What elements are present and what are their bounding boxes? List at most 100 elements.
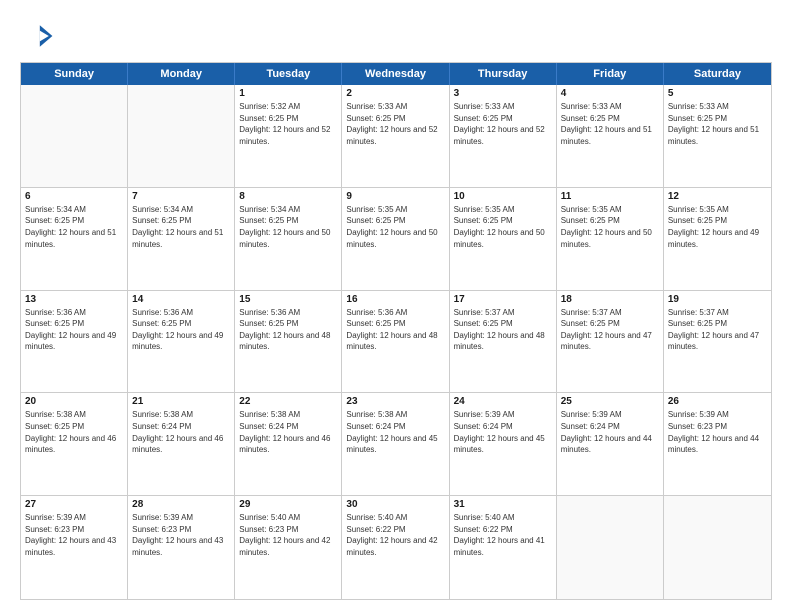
calendar-cell: 23Sunrise: 5:38 AMSunset: 6:24 PMDayligh… [342, 393, 449, 495]
calendar-cell: 10 Sunrise: 5:35 AMSunset: 6:25 PMDayligh… [450, 188, 557, 290]
day-number: 27 [25, 499, 123, 510]
day-info: Sunrise: 5:38 AMSunset: 6:24 PMDaylight:… [132, 409, 230, 455]
day-info: Sunrise: 5:38 AMSunset: 6:24 PMDaylight:… [346, 409, 444, 455]
logo [20, 18, 60, 54]
calendar-cell: 16 Sunrise: 5:36 AMSunset: 6:25 PMDayligh… [342, 291, 449, 393]
logo-icon [20, 18, 56, 54]
day-info: Sunrise: 5:40 AMSunset: 6:23 PMDaylight:… [239, 512, 337, 558]
day-info: Sunrise: 5:37 AMSunset: 6:25 PMDaylight:… [561, 307, 659, 353]
day-number: 13 [25, 294, 123, 305]
calendar-cell: 1 Sunrise: 5:32 AMSunset: 6:25 PMDaylight… [235, 85, 342, 187]
day-info: Sunrise: 5:40 AMSunset: 6:22 PMDaylight:… [346, 512, 444, 558]
day-number: 19 [668, 294, 767, 305]
day-number: 22 [239, 396, 337, 407]
day-info: Sunrise: 5:35 AMSunset: 6:25 PMDaylight:… [561, 204, 659, 250]
day-number: 16 [346, 294, 444, 305]
day-info: Sunrise: 5:35 AMSunset: 6:25 PMDaylight:… [668, 204, 767, 250]
calendar-cell: 15 Sunrise: 5:36 AMSunset: 6:25 PMDayligh… [235, 291, 342, 393]
day-info: Sunrise: 5:38 AMSunset: 6:24 PMDaylight:… [239, 409, 337, 455]
day-info: Sunrise: 5:33 AMSunset: 6:25 PMDaylight:… [346, 101, 444, 147]
calendar-week: 13 Sunrise: 5:36 AMSunset: 6:25 PMDayligh… [21, 291, 771, 394]
calendar-cell: 5 Sunrise: 5:33 AMSunset: 6:25 PMDaylight… [664, 85, 771, 187]
weekday-header: Monday [128, 63, 235, 85]
calendar-cell: 21 Sunrise: 5:38 AMSunset: 6:24 PMDayligh… [128, 393, 235, 495]
calendar-cell: 20 Sunrise: 5:38 AMSunset: 6:25 PMDayligh… [21, 393, 128, 495]
calendar-cell: 27 Sunrise: 5:39 AMSunset: 6:23 PMDayligh… [21, 496, 128, 599]
weekday-header: Thursday [450, 63, 557, 85]
calendar-cell: 30 Sunrise: 5:40 AMSunset: 6:22 PMDayligh… [342, 496, 449, 599]
calendar-cell: 8Sunrise: 5:34 AMSunset: 6:25 PMDaylight… [235, 188, 342, 290]
day-number: 11 [561, 191, 659, 202]
calendar-cell: 28Sunrise: 5:39 AMSunset: 6:23 PMDayligh… [128, 496, 235, 599]
day-number: 2 [346, 88, 444, 99]
day-number: 15 [239, 294, 337, 305]
calendar-cell: 19 Sunrise: 5:37 AMSunset: 6:25 PMDayligh… [664, 291, 771, 393]
calendar-cell: 25Sunrise: 5:39 AMSunset: 6:24 PMDayligh… [557, 393, 664, 495]
day-info: Sunrise: 5:39 AMSunset: 6:23 PMDaylight:… [132, 512, 230, 558]
day-info: Sunrise: 5:35 AMSunset: 6:25 PMDaylight:… [454, 204, 552, 250]
calendar-cell: 4 Sunrise: 5:33 AMSunset: 6:25 PMDaylight… [557, 85, 664, 187]
calendar-week: 1 Sunrise: 5:32 AMSunset: 6:25 PMDaylight… [21, 85, 771, 188]
day-number: 10 [454, 191, 552, 202]
calendar-cell: 31Sunrise: 5:40 AMSunset: 6:22 PMDayligh… [450, 496, 557, 599]
day-info: Sunrise: 5:39 AMSunset: 6:24 PMDaylight:… [561, 409, 659, 455]
day-info: Sunrise: 5:34 AMSunset: 6:25 PMDaylight:… [25, 204, 123, 250]
day-number: 8 [239, 191, 337, 202]
weekday-header: Sunday [21, 63, 128, 85]
calendar-cell: 9 Sunrise: 5:35 AMSunset: 6:25 PMDaylight… [342, 188, 449, 290]
day-info: Sunrise: 5:36 AMSunset: 6:25 PMDaylight:… [346, 307, 444, 353]
day-info: Sunrise: 5:36 AMSunset: 6:25 PMDaylight:… [25, 307, 123, 353]
day-number: 4 [561, 88, 659, 99]
day-info: Sunrise: 5:36 AMSunset: 6:25 PMDaylight:… [239, 307, 337, 353]
day-info: Sunrise: 5:39 AMSunset: 6:24 PMDaylight:… [454, 409, 552, 455]
day-number: 5 [668, 88, 767, 99]
calendar-cell [664, 496, 771, 599]
day-number: 17 [454, 294, 552, 305]
weekday-header: Friday [557, 63, 664, 85]
calendar-cell: 14 Sunrise: 5:36 AMSunset: 6:25 PMDayligh… [128, 291, 235, 393]
day-number: 30 [346, 499, 444, 510]
day-number: 14 [132, 294, 230, 305]
calendar-cell [21, 85, 128, 187]
calendar: SundayMondayTuesdayWednesdayThursdayFrid… [20, 62, 772, 600]
day-info: Sunrise: 5:32 AMSunset: 6:25 PMDaylight:… [239, 101, 337, 147]
day-number: 3 [454, 88, 552, 99]
day-number: 20 [25, 396, 123, 407]
calendar-cell: 2 Sunrise: 5:33 AMSunset: 6:25 PMDaylight… [342, 85, 449, 187]
page: SundayMondayTuesdayWednesdayThursdayFrid… [0, 0, 792, 612]
day-number: 29 [239, 499, 337, 510]
weekday-header: Wednesday [342, 63, 449, 85]
day-number: 21 [132, 396, 230, 407]
calendar-cell: 6 Sunrise: 5:34 AMSunset: 6:25 PMDaylight… [21, 188, 128, 290]
day-info: Sunrise: 5:37 AMSunset: 6:25 PMDaylight:… [668, 307, 767, 353]
day-number: 26 [668, 396, 767, 407]
day-number: 18 [561, 294, 659, 305]
day-info: Sunrise: 5:35 AMSunset: 6:25 PMDaylight:… [346, 204, 444, 250]
day-number: 9 [346, 191, 444, 202]
calendar-cell: 12Sunrise: 5:35 AMSunset: 6:25 PMDayligh… [664, 188, 771, 290]
calendar-week: 20 Sunrise: 5:38 AMSunset: 6:25 PMDayligh… [21, 393, 771, 496]
calendar-week: 6 Sunrise: 5:34 AMSunset: 6:25 PMDaylight… [21, 188, 771, 291]
calendar-cell: 24Sunrise: 5:39 AMSunset: 6:24 PMDayligh… [450, 393, 557, 495]
day-number: 1 [239, 88, 337, 99]
day-info: Sunrise: 5:39 AMSunset: 6:23 PMDaylight:… [25, 512, 123, 558]
day-info: Sunrise: 5:33 AMSunset: 6:25 PMDaylight:… [668, 101, 767, 147]
day-info: Sunrise: 5:38 AMSunset: 6:25 PMDaylight:… [25, 409, 123, 455]
calendar-header: SundayMondayTuesdayWednesdayThursdayFrid… [21, 63, 771, 85]
day-info: Sunrise: 5:36 AMSunset: 6:25 PMDaylight:… [132, 307, 230, 353]
day-number: 7 [132, 191, 230, 202]
calendar-cell [557, 496, 664, 599]
day-info: Sunrise: 5:33 AMSunset: 6:25 PMDaylight:… [561, 101, 659, 147]
day-info: Sunrise: 5:39 AMSunset: 6:23 PMDaylight:… [668, 409, 767, 455]
day-info: Sunrise: 5:37 AMSunset: 6:25 PMDaylight:… [454, 307, 552, 353]
calendar-week: 27 Sunrise: 5:39 AMSunset: 6:23 PMDayligh… [21, 496, 771, 599]
calendar-cell: 13 Sunrise: 5:36 AMSunset: 6:25 PMDayligh… [21, 291, 128, 393]
calendar-cell: 18 Sunrise: 5:37 AMSunset: 6:25 PMDayligh… [557, 291, 664, 393]
calendar-body: 1 Sunrise: 5:32 AMSunset: 6:25 PMDaylight… [21, 85, 771, 599]
day-number: 6 [25, 191, 123, 202]
day-info: Sunrise: 5:34 AMSunset: 6:25 PMDaylight:… [132, 204, 230, 250]
calendar-cell: 26 Sunrise: 5:39 AMSunset: 6:23 PMDayligh… [664, 393, 771, 495]
day-number: 31 [454, 499, 552, 510]
calendar-cell: 7 Sunrise: 5:34 AMSunset: 6:25 PMDaylight… [128, 188, 235, 290]
weekday-header: Tuesday [235, 63, 342, 85]
